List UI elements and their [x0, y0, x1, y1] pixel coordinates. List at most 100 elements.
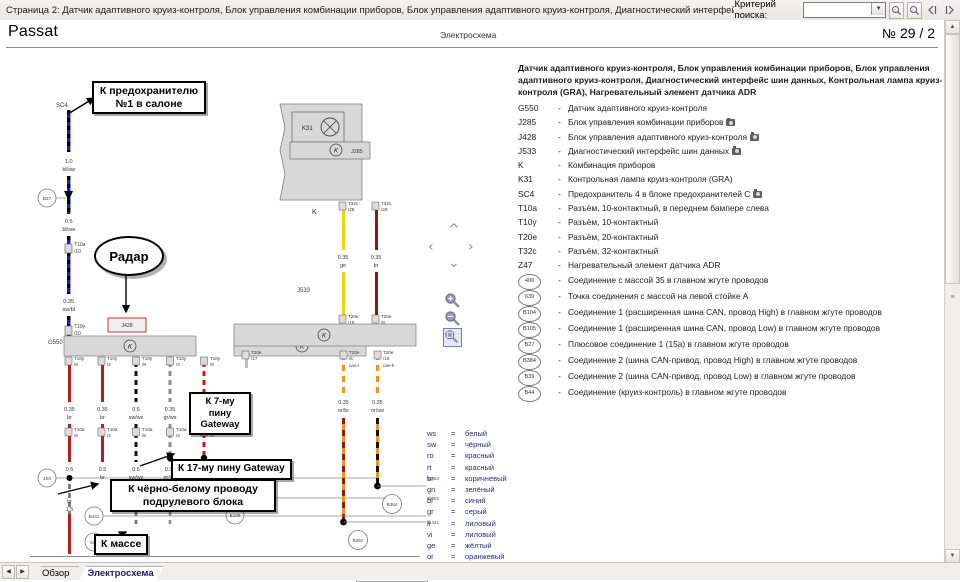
- chevron-down-icon[interactable]: ▼: [871, 3, 886, 15]
- camera-icon[interactable]: [750, 132, 760, 141]
- callout-black-white-wire[interactable]: К чёрно-белому проводу подрулевого блока: [110, 479, 276, 512]
- wire-color-name: лиловый: [465, 518, 496, 528]
- sheet-nav-buttons: ◀ ▶: [2, 564, 29, 579]
- search-input[interactable]: ▼: [802, 2, 887, 18]
- scroll-thumb[interactable]: [945, 34, 960, 284]
- callout-gateway-pin17[interactable]: К 17-му пину Gateway: [171, 459, 292, 480]
- search-controls: Критерий поиска: ▼ ↑ ↓: [734, 0, 960, 21]
- legend-item-text: Соединение с массой 35 в главном жгуте п…: [568, 274, 769, 285]
- sheet-prev-button[interactable]: ◀: [2, 564, 15, 579]
- svg-text:1.5: 1.5: [66, 507, 74, 513]
- wire-color-name: синий: [465, 496, 486, 506]
- right-arrow-icon[interactable]: ›: [468, 240, 474, 254]
- zoom-in-icon[interactable]: [444, 292, 461, 309]
- svg-text:400: 400: [43, 476, 51, 482]
- legend-dash: -: [558, 354, 561, 365]
- svg-text:br: br: [67, 499, 72, 505]
- legend-row: K31 - Контрольная лампа круиз-контроля (GR…: [518, 173, 943, 187]
- sheet-next-button[interactable]: ▶: [16, 564, 29, 579]
- left-arrow-icon[interactable]: ‹: [428, 240, 434, 254]
- svg-text:0.35: 0.35: [97, 407, 108, 413]
- wire-color-row: bl = синий: [427, 495, 507, 506]
- svg-text:/9: /9: [74, 433, 78, 438]
- legend-item-text: Разъём, 10-контактный: [568, 217, 659, 228]
- svg-text:T10a: T10a: [74, 242, 86, 248]
- legend-node-symbol: B105: [518, 321, 558, 338]
- svg-text:T10y: T10y: [74, 356, 85, 361]
- svg-text:/2: /2: [107, 362, 111, 367]
- legend-item-text: Соединение 2 (шина CAN-привод, провод Lo…: [568, 370, 856, 381]
- legend-item-text: Комбинация приборов: [568, 160, 656, 171]
- legend-dash: -: [558, 203, 561, 214]
- legend-dash: -: [558, 231, 561, 242]
- svg-text:J533: J533: [297, 288, 311, 294]
- legend-row: T10y - Разъём, 10-контактный: [518, 216, 943, 230]
- wire-color-name: оранжевый: [465, 552, 505, 562]
- page-number: № 29 / 2: [882, 25, 935, 41]
- legend-dash: -: [558, 160, 561, 171]
- svg-text:can-h: can-h: [383, 363, 395, 368]
- wire-color-abbr: rt: [427, 462, 432, 472]
- legend-row: T32c - Разъём, 32-контактный: [518, 245, 943, 259]
- wire-color-row: or = оранжевый: [427, 551, 507, 562]
- legend-node-symbol: B44: [518, 385, 558, 402]
- down-arrow-icon[interactable]: ⌄: [448, 256, 460, 270]
- wire-color-equals: =: [451, 518, 456, 528]
- wire-color-row: gn = зелёный: [427, 484, 507, 495]
- pan-navigator[interactable]: ^ ‹ › ⌄: [428, 223, 480, 271]
- svg-text:SC4: SC4: [56, 103, 68, 109]
- legend-row: B27 - Плюсовое соединение 1 (15a) в главно…: [518, 337, 943, 354]
- callout-gateway-pin7[interactable]: К 7-му пину Gateway: [189, 392, 251, 435]
- callout-ground[interactable]: К массе: [94, 534, 149, 555]
- vertical-scrollbar[interactable]: ▲ ≡ ▼: [944, 20, 960, 563]
- find-next-button[interactable]: ↓: [906, 1, 922, 19]
- document-page: Passat Электросхема № 29 / 2 Датчик адап…: [0, 20, 945, 582]
- find-previous-button[interactable]: ↑: [889, 1, 904, 19]
- svg-text:K: K: [312, 209, 317, 216]
- legend-dash: -: [558, 117, 561, 128]
- scroll-down-button[interactable]: ▼: [945, 549, 960, 563]
- scroll-grip-icon: ≡: [950, 293, 955, 301]
- camera-icon[interactable]: [753, 189, 763, 198]
- step-back-button[interactable]: [925, 2, 940, 19]
- wire-color-equals: =: [451, 462, 456, 472]
- svg-text:T10a: T10a: [176, 427, 187, 432]
- svg-text:B108: B108: [230, 513, 241, 518]
- vehicle-model-title: Passat: [8, 23, 59, 40]
- legend-node-code: 400: [518, 273, 541, 290]
- legend-dash: -: [558, 386, 561, 397]
- svg-text:/6: /6: [349, 356, 353, 361]
- sheet-tab-2[interactable]: Электросхема: [79, 566, 163, 580]
- page-number-value: 29 / 2: [899, 25, 935, 41]
- document-subtitle: Электросхема: [440, 30, 497, 40]
- legend-row: G550 - Датчик адаптивного круиз-контроля: [518, 102, 943, 116]
- up-arrow-icon[interactable]: ^: [448, 223, 460, 237]
- svg-text:T20e: T20e: [348, 314, 359, 319]
- legend-item-text: Плюсовое соединение 1 (15a) в главном жг…: [568, 338, 789, 349]
- legend-dash: -: [558, 260, 561, 271]
- legend-dash: -: [558, 188, 561, 199]
- legend-item-text: Диагностический интерфейс шин данных: [568, 145, 943, 159]
- svg-text:T20e: T20e: [349, 350, 360, 355]
- svg-text:T10y: T10y: [107, 356, 118, 361]
- legend-item-key: T32c: [518, 245, 537, 256]
- svg-text:0.5: 0.5: [65, 219, 73, 225]
- zoom-reset-icon[interactable]: [443, 328, 462, 347]
- svg-text:T20e: T20e: [383, 350, 394, 355]
- svg-text:B441: B441: [89, 514, 100, 519]
- legend-row: J533 - Диагностический интерфейс шин данны…: [518, 145, 943, 159]
- step-forward-button[interactable]: [942, 2, 957, 19]
- zoom-out-icon[interactable]: [444, 310, 461, 327]
- svg-text:0.35: 0.35: [338, 255, 349, 261]
- legend-row: T20e - Разъём, 20-контактный: [518, 231, 943, 245]
- search-criteria-label: Критерий поиска:: [734, 0, 776, 21]
- sheet-tab-1[interactable]: Обзор: [34, 566, 79, 580]
- scroll-up-button[interactable]: ▲: [945, 20, 960, 34]
- camera-icon[interactable]: [732, 146, 742, 155]
- wire-color-abbr: bl: [427, 496, 433, 506]
- svg-text:0.5: 0.5: [66, 467, 74, 473]
- legend-dash: -: [558, 322, 561, 333]
- callout-radar[interactable]: Радар: [94, 236, 164, 276]
- camera-icon[interactable]: [726, 117, 736, 127]
- callout-fuse[interactable]: К предохранителю №1 в салоне: [92, 81, 206, 114]
